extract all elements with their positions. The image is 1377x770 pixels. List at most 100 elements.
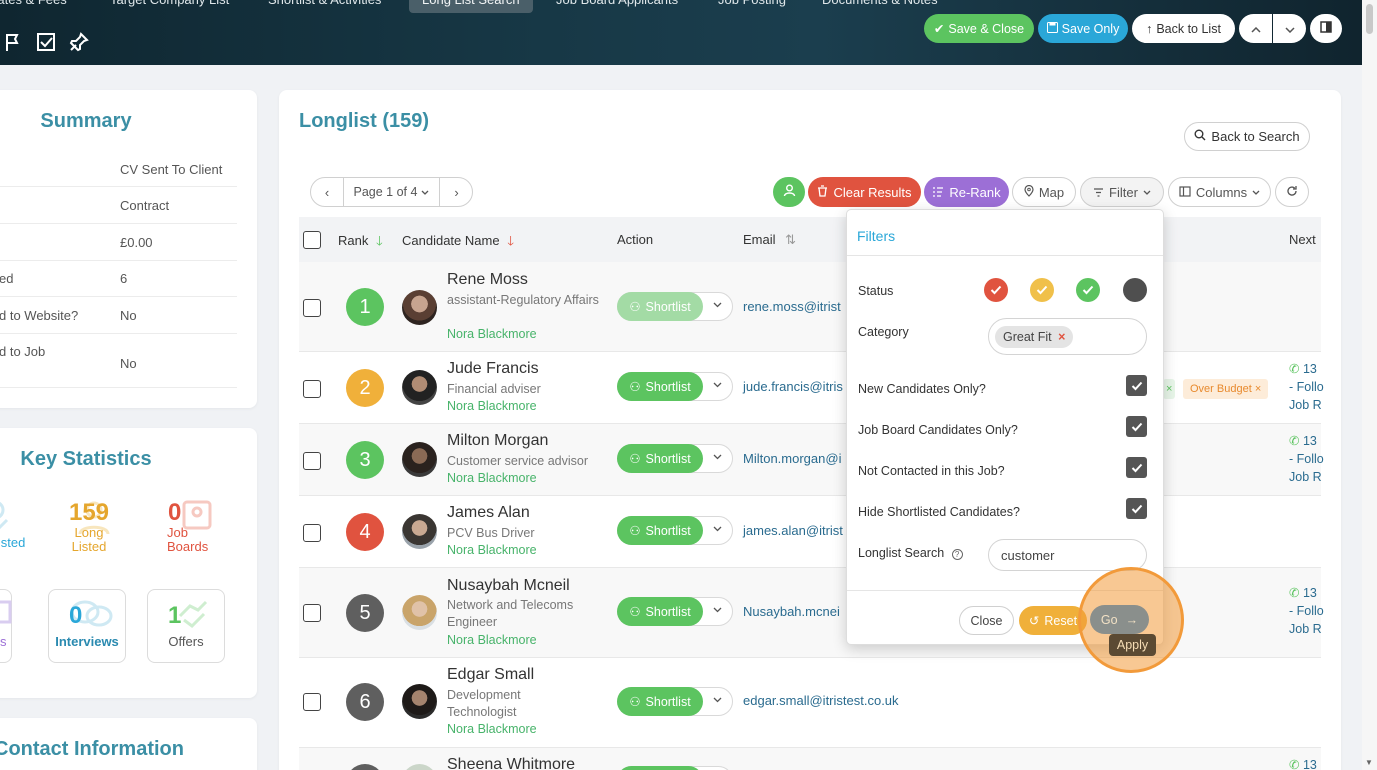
add-candidates-button[interactable]	[773, 177, 805, 207]
shortlist-split-button[interactable]: ⚇ Shortlist	[617, 516, 733, 545]
hide-shortlisted-checkbox[interactable]	[1126, 498, 1147, 519]
previous-page-button[interactable]: ‹	[311, 178, 344, 206]
pin-icon[interactable]	[68, 31, 90, 53]
chevron-down-icon[interactable]	[713, 607, 722, 613]
status-amber-toggle[interactable]	[1030, 278, 1054, 302]
row-checkbox[interactable]	[303, 299, 321, 317]
not-contacted-checkbox[interactable]	[1126, 457, 1147, 478]
shortlist-button[interactable]: ⚇ Shortlist	[617, 444, 703, 473]
save-close-button[interactable]: ✔ Save & Close	[924, 14, 1034, 43]
next-activity[interactable]: ✆ 13	[1289, 756, 1317, 770]
map-button[interactable]: Map	[1012, 177, 1076, 207]
candidate-owner[interactable]: Nora Blackmore	[447, 471, 537, 485]
row-checkbox[interactable]	[303, 693, 321, 711]
next-activity[interactable]: ✆ 13 - Follo Job R	[1289, 584, 1324, 638]
candidate-name[interactable]: Sheena Whitmore	[447, 756, 575, 770]
candidate-email[interactable]: Nusaybah.mcnei	[743, 604, 840, 619]
row-checkbox[interactable]	[303, 604, 321, 622]
tab-shortlist-activities[interactable]: Shortlist & Activities	[268, 0, 381, 13]
refresh-button[interactable]	[1275, 177, 1309, 207]
shortlist-button[interactable]: ⚇ Shortlist	[617, 597, 703, 626]
previous-record-button[interactable]	[1239, 14, 1272, 43]
shortlist-button[interactable]: ⚇ Shortlist	[617, 687, 703, 716]
rank-column-header[interactable]: Rank 🡓	[338, 232, 383, 254]
candidate-email[interactable]: edgar.small@itristest.co.uk	[743, 693, 899, 708]
status-green-toggle[interactable]	[1076, 278, 1100, 302]
candidate-owner[interactable]: Nora Blackmore	[447, 633, 537, 647]
select-all-checkbox[interactable]	[303, 231, 321, 249]
candidate-name[interactable]: James Alan	[447, 504, 530, 522]
status-grey-toggle[interactable]	[1123, 278, 1147, 302]
tab-target-company-list[interactable]: Target Company List	[110, 0, 229, 13]
longlist-search-input[interactable]	[988, 539, 1147, 571]
offers-stat[interactable]: 1 Offers	[147, 589, 225, 663]
candidate-email[interactable]: jude.francis@itris	[743, 379, 843, 394]
candidate-email[interactable]: Milton.morgan@i	[743, 451, 841, 466]
status-red-toggle[interactable]	[984, 278, 1008, 302]
tab-job-board-applicants[interactable]: Job Board Applicants	[556, 0, 678, 13]
shortlist-split-button[interactable]: ⚇ Shortlist	[617, 372, 733, 401]
candidate-name[interactable]: Edgar Small	[447, 666, 534, 684]
tab-long-list-search[interactable]: Long List Search	[409, 0, 533, 13]
flag-icon[interactable]	[3, 31, 25, 53]
scroll-down-icon[interactable]: ▼	[1365, 758, 1373, 767]
shortlist-button[interactable]: ⚇ Shortlist	[617, 372, 703, 401]
table-row[interactable]: Sheena Whitmore ✆ 13	[299, 748, 1321, 770]
interviews-stat[interactable]: 0 Interviews	[48, 589, 126, 663]
name-column-header[interactable]: Candidate Name 🡓	[402, 232, 514, 254]
longlisted-stat[interactable]: 159 Long Listed	[60, 500, 118, 554]
page-scrollbar[interactable]: ▼	[1362, 0, 1377, 770]
row-checkbox[interactable]	[303, 524, 321, 542]
candidate-owner[interactable]: Nora Blackmore	[447, 543, 537, 557]
row-checkbox[interactable]	[303, 452, 321, 470]
columns-button[interactable]: Columns	[1168, 177, 1271, 207]
chevron-down-icon[interactable]	[713, 697, 722, 703]
next-activity[interactable]: ✆ 13 - Follo Job R	[1289, 360, 1324, 414]
category-select[interactable]: Great Fit ×	[988, 318, 1147, 355]
candidate-email[interactable]: james.alan@itrist	[743, 523, 843, 538]
next-record-button[interactable]	[1273, 14, 1306, 43]
email-column-header[interactable]: Email ⇅	[743, 232, 796, 248]
candidate-owner[interactable]: Nora Blackmore	[447, 399, 537, 413]
chevron-down-icon[interactable]	[713, 526, 722, 532]
shortlist-split-button[interactable]: ⚇ Shortlist	[617, 444, 733, 473]
tab-documents-notes[interactable]: Documents & Notes	[822, 0, 938, 13]
help-icon[interactable]: ?	[951, 549, 963, 560]
table-row[interactable]: 2 Jude Francis Financial adviser Nora Bl…	[299, 352, 1324, 424]
clear-results-button[interactable]: Clear Results	[808, 177, 921, 207]
remove-chip-icon[interactable]: ×	[1058, 330, 1065, 344]
back-to-list-button[interactable]: ↑ Back to List	[1132, 14, 1235, 43]
table-row[interactable]: 4 James Alan PCV Bus Driver Nora Blackmo…	[299, 496, 1321, 568]
shortlist-split-button[interactable]: ⚇ Shortlist	[617, 687, 733, 716]
cv-sent-stat[interactable]: s	[0, 589, 12, 663]
candidate-name[interactable]: Milton Morgan	[447, 432, 548, 450]
re-rank-button[interactable]: Re-Rank	[924, 177, 1009, 207]
shortlist-split-button[interactable]: ⚇ Shortlist	[617, 292, 733, 321]
chevron-down-icon[interactable]	[713, 454, 722, 460]
job-boards-stat[interactable]: 0 Job Boards	[160, 500, 220, 554]
save-only-button[interactable]: Save Only	[1038, 14, 1128, 43]
shortlist-split-button[interactable]	[617, 766, 733, 770]
checkbox-icon[interactable]	[35, 31, 57, 53]
candidate-owner[interactable]: Nora Blackmore	[447, 327, 537, 341]
candidate-email[interactable]: rene.moss@itrist	[743, 299, 841, 314]
reset-button[interactable]: ↺ Reset	[1019, 606, 1087, 635]
chevron-down-icon[interactable]	[713, 382, 722, 388]
filter-button[interactable]: Filter	[1080, 177, 1164, 207]
next-page-button[interactable]: ›	[439, 178, 473, 206]
candidate-name[interactable]: Jude Francis	[447, 360, 539, 378]
scrollbar-thumb[interactable]	[1366, 4, 1373, 34]
shortlist-split-button[interactable]: ⚇ Shortlist	[617, 597, 733, 626]
tab-job-posting[interactable]: Job Posting	[718, 0, 786, 13]
chevron-down-icon[interactable]	[713, 302, 722, 308]
job-board-checkbox[interactable]	[1126, 416, 1147, 437]
next-activity[interactable]: ✆ 13 - Follo Job R	[1289, 432, 1324, 486]
back-to-search-button[interactable]: Back to Search	[1184, 122, 1310, 151]
row-checkbox[interactable]	[303, 380, 321, 398]
sidebar-toggle-button[interactable]	[1310, 14, 1342, 43]
candidate-name[interactable]: Nusaybah Mcneil	[447, 577, 570, 595]
new-candidates-checkbox[interactable]	[1126, 375, 1147, 396]
candidate-owner[interactable]: Nora Blackmore	[447, 722, 537, 736]
table-row[interactable]: 6 Edgar Small Development Technologist N…	[299, 658, 1321, 748]
tab-dates-fees[interactable]: Dates & Fees	[0, 0, 67, 13]
